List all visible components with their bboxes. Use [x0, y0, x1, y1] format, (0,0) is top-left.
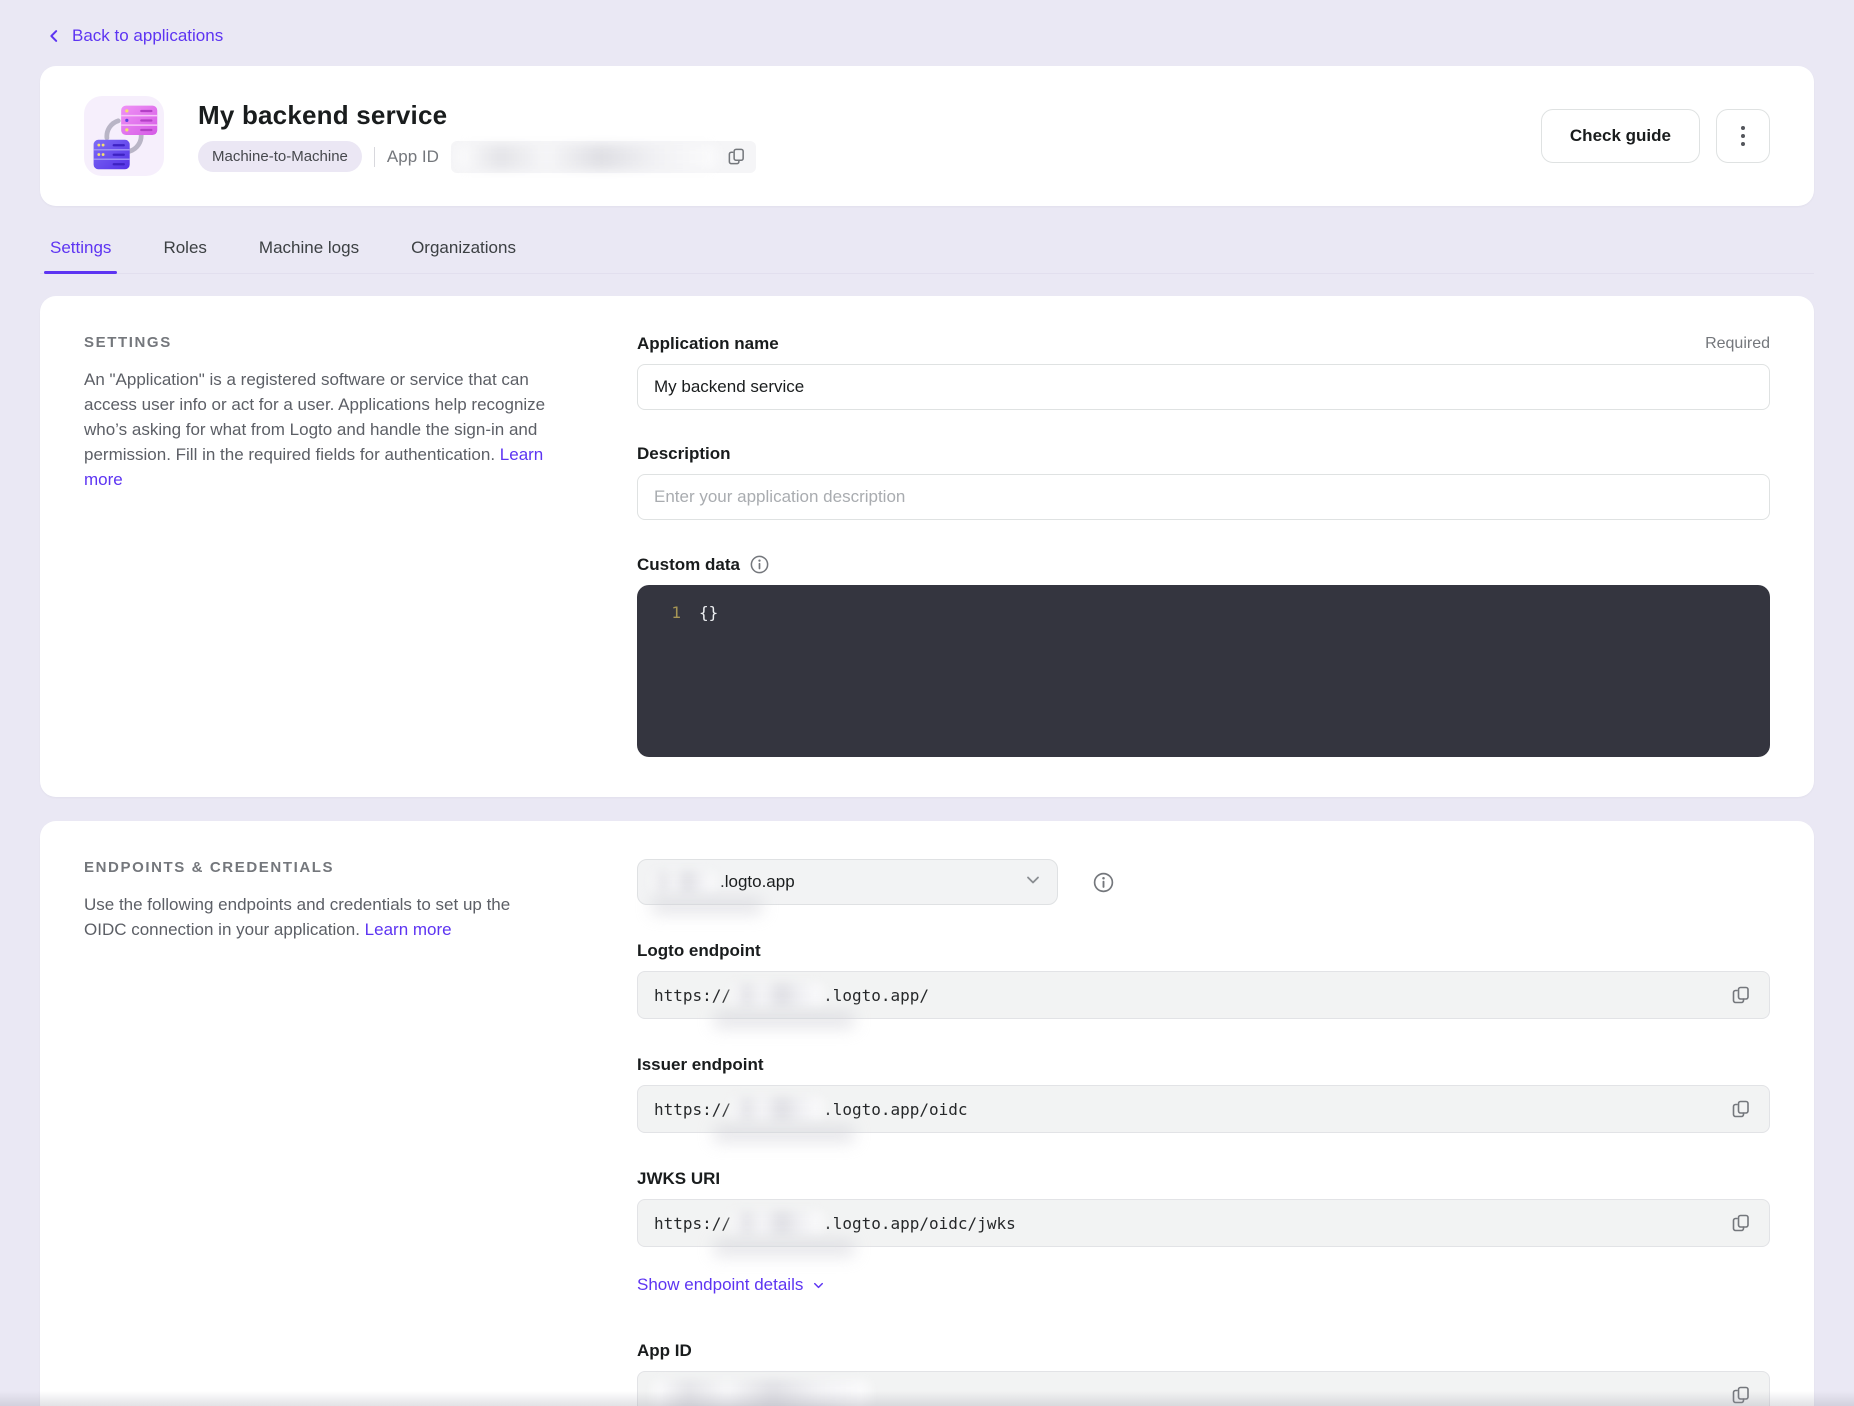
custom-data-field-group: Custom data 1 {}	[637, 554, 1770, 757]
code-line-number: 1	[637, 603, 681, 622]
redacted-tenant-id	[731, 983, 823, 1007]
copy-icon	[727, 147, 746, 166]
app-header-card: My backend service Machine-to-Machine Ap…	[40, 66, 1814, 206]
check-guide-button[interactable]: Check guide	[1541, 109, 1700, 163]
meta-divider	[374, 147, 375, 167]
settings-card-form: Application name Required Description Cu…	[637, 334, 1770, 757]
logto-endpoint-label: Logto endpoint	[637, 941, 761, 961]
show-endpoint-details-link[interactable]: Show endpoint details	[637, 1275, 803, 1295]
copy-icon	[1731, 985, 1751, 1005]
more-actions-button[interactable]	[1716, 109, 1770, 163]
tab-bar: Settings Roles Machine logs Organization…	[40, 226, 1814, 274]
application-name-field-group: Application name Required	[637, 334, 1770, 410]
app-meta-row: Machine-to-Machine App ID	[198, 141, 756, 173]
chevron-down-icon	[1023, 870, 1043, 895]
app-id-value-wrap	[451, 141, 756, 173]
settings-card-left: SETTINGS An "Application" is a registere…	[84, 334, 546, 757]
custom-data-code-editor[interactable]: 1 {}	[637, 585, 1770, 757]
required-hint: Required	[1705, 335, 1770, 353]
jwks-uri-value: https://.logto.app/oidc/jwks	[637, 1199, 1770, 1247]
domain-select-row: .logto.app	[637, 859, 1770, 905]
tab-machine-logs[interactable]: Machine logs	[257, 226, 361, 273]
jwks-uri-group: JWKS URI https://.logto.app/oidc/jwks	[637, 1169, 1770, 1247]
application-name-label: Application name	[637, 334, 779, 354]
back-to-applications-link[interactable]: Back to applications	[46, 26, 223, 46]
blur-smudge	[652, 898, 762, 914]
domain-redacted-prefix	[652, 871, 716, 893]
app-id-field-group: App ID	[637, 1341, 1770, 1406]
chevron-left-icon	[46, 28, 62, 44]
issuer-endpoint-group: Issuer endpoint https://.logto.app/oidc	[637, 1055, 1770, 1133]
custom-data-info-button[interactable]	[749, 554, 770, 575]
app-id-field-label: App ID	[637, 1341, 692, 1361]
info-icon	[1092, 871, 1115, 894]
copy-app-id-field-button[interactable]	[1729, 1383, 1753, 1406]
description-field-group: Description	[637, 444, 1770, 520]
copy-icon	[1731, 1213, 1751, 1233]
copy-app-id-button[interactable]	[725, 145, 748, 168]
domain-select-value: .logto.app	[720, 872, 795, 892]
logto-endpoint-group: Logto endpoint https://.logto.app/	[637, 941, 1770, 1019]
endpoints-heading: ENDPOINTS & CREDENTIALS	[84, 859, 546, 876]
redacted-tenant-id	[731, 1097, 823, 1121]
header-actions: Check guide	[1541, 109, 1770, 163]
app-id-label: App ID	[387, 147, 439, 167]
settings-description: An "Application" is a registered softwar…	[84, 367, 546, 492]
issuer-endpoint-label: Issuer endpoint	[637, 1055, 764, 1075]
show-endpoint-details-row: Show endpoint details	[637, 1275, 1770, 1295]
tab-organizations[interactable]: Organizations	[409, 226, 518, 273]
kebab-menu-icon	[1741, 126, 1745, 146]
info-icon	[749, 554, 770, 575]
settings-card: SETTINGS An "Application" is a registere…	[40, 296, 1814, 797]
endpoints-card-left: ENDPOINTS & CREDENTIALS Use the followin…	[84, 859, 546, 1406]
chevron-down-icon	[811, 1278, 826, 1293]
app-id-redacted-value	[459, 145, 717, 169]
back-link-label: Back to applications	[72, 26, 223, 46]
copy-logto-endpoint-button[interactable]	[1729, 983, 1753, 1007]
custom-data-label: Custom data	[637, 555, 740, 575]
logto-endpoint-value: https://.logto.app/	[637, 971, 1770, 1019]
code-content: {}	[699, 603, 718, 622]
endpoints-learn-more-link[interactable]: Learn more	[365, 920, 452, 939]
application-name-input[interactable]	[637, 364, 1770, 410]
settings-heading: SETTINGS	[84, 334, 546, 351]
machine-to-machine-app-icon	[84, 96, 164, 176]
domain-select[interactable]: .logto.app	[637, 859, 1058, 905]
issuer-endpoint-value: https://.logto.app/oidc	[637, 1085, 1770, 1133]
blur-smudge	[714, 1012, 854, 1028]
blur-smudge	[714, 1240, 854, 1256]
domain-info-button[interactable]	[1092, 871, 1115, 894]
description-input[interactable]	[637, 474, 1770, 520]
page-title: My backend service	[198, 100, 756, 131]
endpoints-description: Use the following endpoints and credenti…	[84, 892, 546, 942]
endpoints-card-form: .logto.app Logto endpoint https://.logto…	[637, 859, 1770, 1406]
app-id-field-value	[637, 1371, 1770, 1406]
blur-smudge	[714, 1126, 854, 1142]
description-label: Description	[637, 444, 731, 464]
copy-icon	[1731, 1099, 1751, 1119]
redacted-tenant-id	[731, 1211, 823, 1235]
endpoints-card: ENDPOINTS & CREDENTIALS Use the followin…	[40, 821, 1814, 1406]
back-row: Back to applications	[40, 0, 1814, 46]
app-type-badge: Machine-to-Machine	[198, 141, 362, 172]
jwks-uri-label: JWKS URI	[637, 1169, 720, 1189]
copy-issuer-endpoint-button[interactable]	[1729, 1097, 1753, 1121]
page: Back to applications	[0, 0, 1854, 1406]
tab-roles[interactable]: Roles	[161, 226, 208, 273]
redacted-app-id	[654, 1380, 869, 1406]
tab-settings[interactable]: Settings	[48, 226, 113, 273]
copy-jwks-uri-button[interactable]	[1729, 1211, 1753, 1235]
app-header-info: My backend service Machine-to-Machine Ap…	[198, 100, 756, 173]
copy-icon	[1731, 1385, 1751, 1405]
